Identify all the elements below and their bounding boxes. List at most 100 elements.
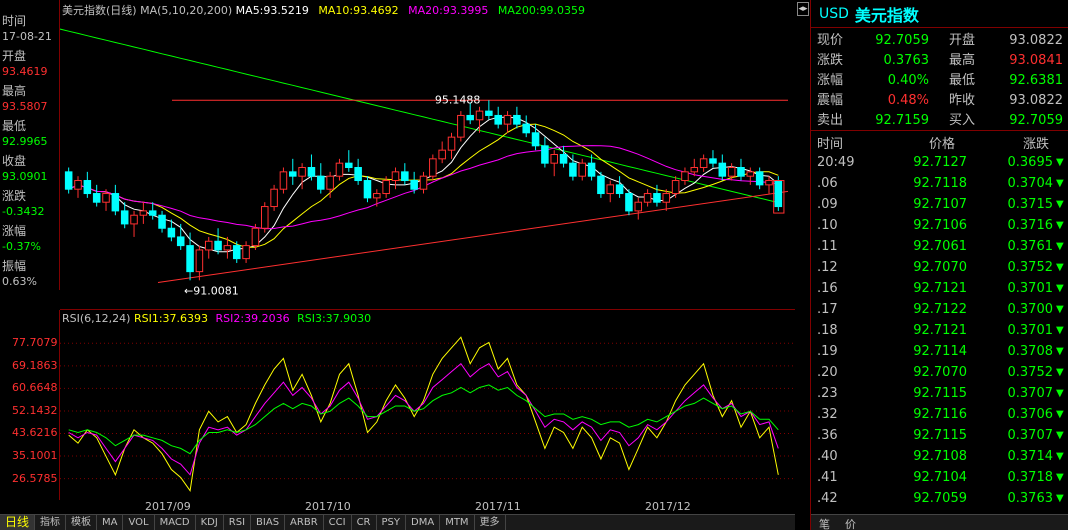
candle[interactable] [307,154,316,181]
tab-15[interactable]: 更多 [475,515,506,530]
candle[interactable] [615,176,624,198]
candle[interactable] [204,236,213,259]
candle[interactable] [625,189,633,216]
tick-row[interactable]: .17 92.7122 0.3700 ▼ [811,299,1068,320]
candle[interactable] [559,145,568,168]
candle[interactable] [597,171,605,198]
candle[interactable] [447,132,456,159]
candle[interactable] [522,115,530,138]
candle[interactable] [64,167,73,194]
tab-1[interactable]: 指标 [35,515,67,530]
candle[interactable] [485,100,493,120]
candle[interactable] [270,184,278,211]
tab-7[interactable]: RSI [224,515,252,530]
candlestick-chart[interactable]: 95.1488 ←91.0081 [31,0,795,310]
quote-tab-1[interactable]: 价 [845,516,856,530]
tab-3[interactable]: MA [97,515,124,530]
tick-row[interactable]: .36 92.7115 0.3707 ▼ [811,425,1068,446]
candle[interactable] [550,150,558,177]
candle[interactable] [139,202,148,224]
tab-2[interactable]: 模板 [66,515,98,530]
candle[interactable] [158,210,166,233]
candle[interactable] [401,163,409,185]
candle[interactable] [457,111,465,142]
candle[interactable] [345,150,353,172]
tab-4[interactable]: VOL [123,515,155,530]
tab-8[interactable]: BIAS [251,515,286,530]
tab-0[interactable]: 日线 [0,515,36,530]
candle[interactable] [438,141,446,164]
candle[interactable] [130,210,138,237]
candle[interactable] [578,158,587,181]
tick-row[interactable]: .40 92.7108 0.3714 ▼ [811,446,1068,467]
candle[interactable] [410,171,418,194]
candle[interactable] [709,150,717,168]
candle[interactable] [354,158,362,185]
candle[interactable] [289,158,297,185]
candle[interactable] [681,167,689,185]
candle[interactable] [429,154,437,181]
candle[interactable] [699,154,708,172]
tick-row[interactable]: .06 92.7118 0.3704 ▼ [811,173,1068,194]
candle[interactable] [737,158,745,181]
tick-row[interactable]: .12 92.7070 0.3752 ▼ [811,257,1068,278]
candlestick-svg[interactable]: 95.1488 ←91.0081 [31,0,795,310]
tab-5[interactable]: MACD [155,515,196,530]
candle[interactable] [662,189,671,211]
tab-6[interactable]: KDJ [196,515,224,530]
candle[interactable] [74,176,82,198]
candle[interactable] [765,176,773,194]
tick-row[interactable]: .41 92.7104 0.3718 ▼ [811,467,1068,488]
tick-row[interactable]: 20:49 92.7127 0.3695 ▼ [811,152,1068,173]
candle[interactable] [606,180,615,203]
quote-tab-0[interactable]: 笔 [819,516,830,530]
candle[interactable] [326,171,334,198]
tab-14[interactable]: MTM [440,515,475,530]
tick-row[interactable]: .19 92.7114 0.3708 ▼ [811,341,1068,362]
candle[interactable] [419,171,428,194]
tab-9[interactable]: ARBR [285,515,324,530]
tab-12[interactable]: PSY [377,515,407,530]
tick-row[interactable]: .23 92.7115 0.3707 ▼ [811,383,1068,404]
candle[interactable] [186,232,194,281]
candle[interactable] [195,245,204,281]
candle[interactable] [634,197,643,220]
rsi-svg[interactable] [60,310,795,500]
candle[interactable] [494,106,502,129]
candle[interactable] [214,228,222,255]
candle[interactable] [260,202,269,233]
candle[interactable] [391,167,400,190]
candle[interactable] [92,184,101,207]
tab-10[interactable]: CCI [324,515,352,530]
candle[interactable] [531,124,540,151]
candle[interactable] [755,167,764,190]
candle[interactable] [363,176,372,203]
candle[interactable] [176,223,185,250]
tick-row[interactable]: .32 92.7116 0.3706 ▼ [811,404,1068,425]
candle[interactable] [83,171,92,198]
candle[interactable] [232,241,241,263]
candle[interactable] [335,158,344,181]
tab-13[interactable]: DMA [406,515,441,530]
tick-row[interactable]: .18 92.7121 0.3701 ▼ [811,320,1068,341]
candle[interactable] [653,184,661,207]
tick-row[interactable]: .42 92.7059 0.3763 ▼ [811,488,1068,509]
tick-row[interactable]: .10 92.7106 0.3716 ▼ [811,215,1068,236]
tick-row[interactable]: .11 92.7061 0.3761 ▼ [811,236,1068,257]
candle[interactable] [774,176,783,211]
candle[interactable] [279,167,288,194]
candle[interactable] [513,106,521,129]
candle[interactable] [541,137,549,168]
candle[interactable] [671,176,680,198]
candle[interactable] [242,241,250,263]
candle[interactable] [317,163,325,194]
tick-row[interactable]: .16 92.7121 0.3701 ▼ [811,278,1068,299]
rsi-chart[interactable] [60,310,795,500]
candle[interactable] [251,223,260,250]
tick-row[interactable]: .20 92.7070 0.3752 ▼ [811,362,1068,383]
candle[interactable] [643,189,652,207]
tab-11[interactable]: CR [352,515,377,530]
candle[interactable] [718,154,727,181]
tick-row[interactable]: .09 92.7107 0.3715 ▼ [811,194,1068,215]
candle[interactable] [111,184,120,216]
